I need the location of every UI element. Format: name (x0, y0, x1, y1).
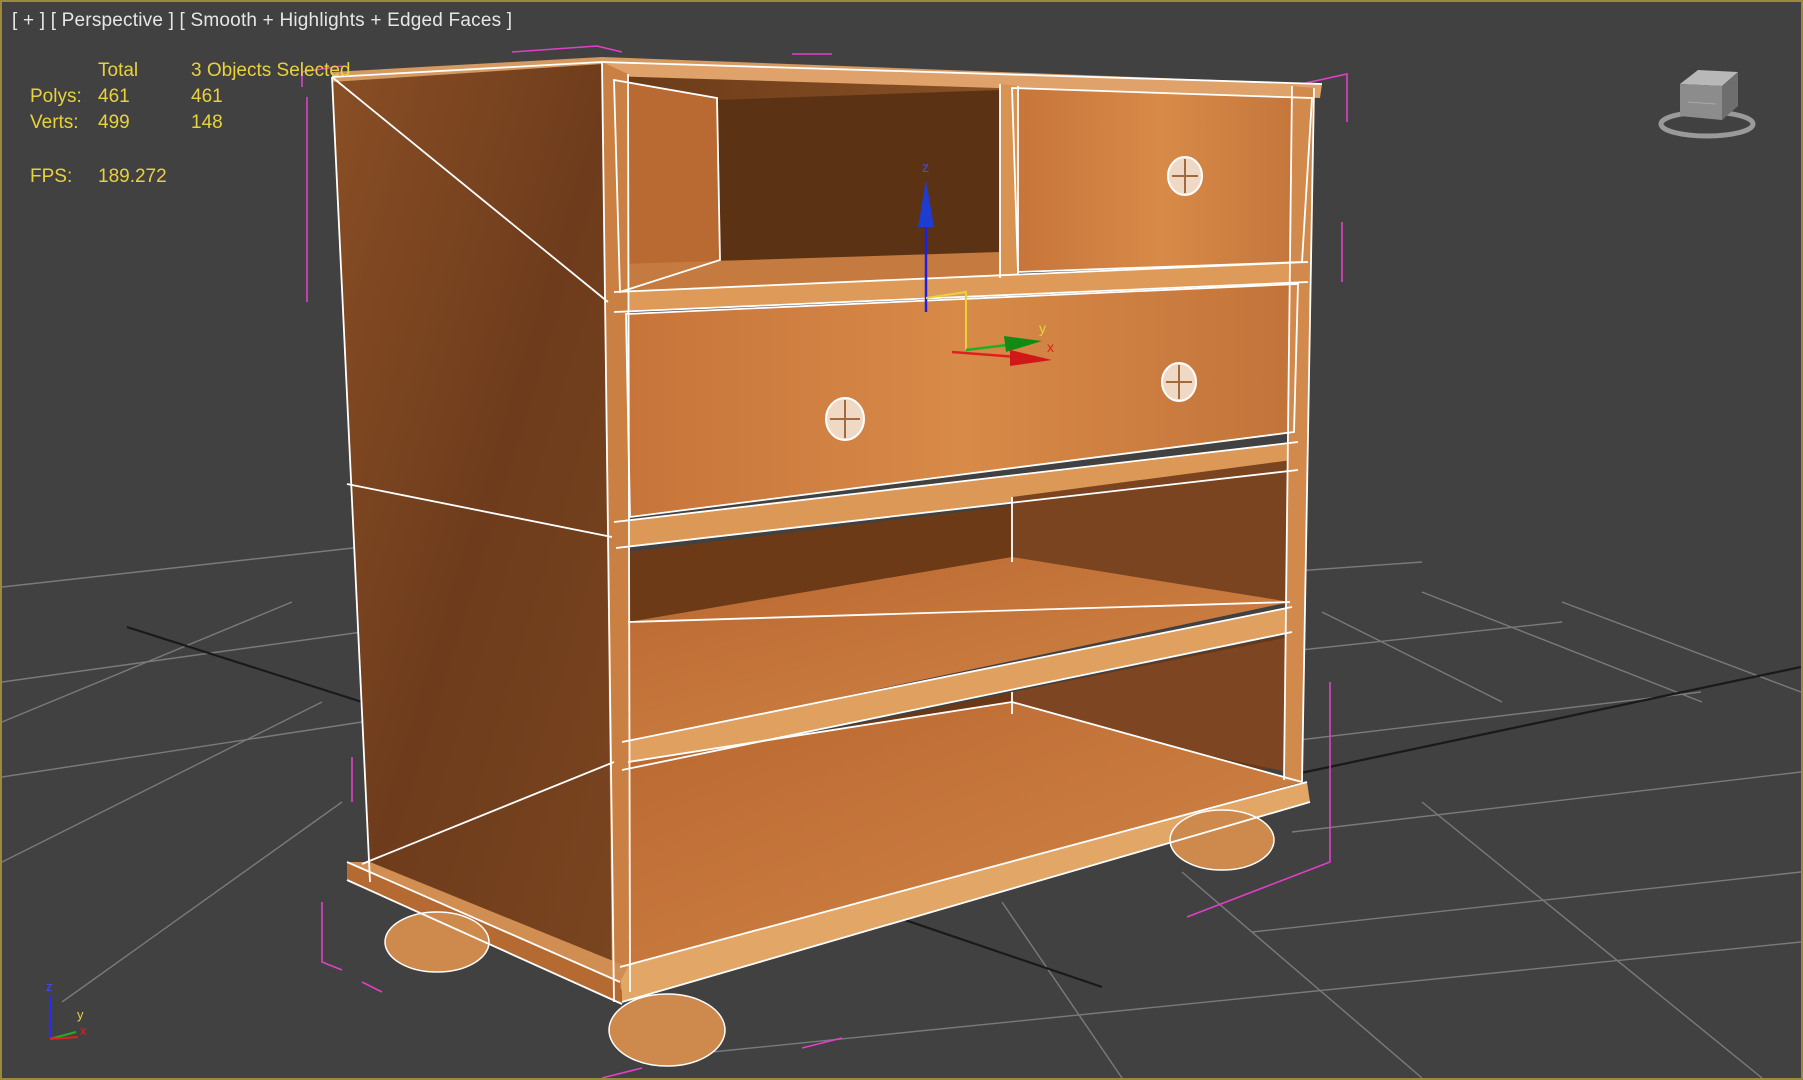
grid-line (1251, 871, 1801, 933)
grid-line (2, 546, 363, 588)
grid-line (2, 631, 363, 683)
grid-line (1321, 611, 1503, 703)
stats-total-header: Total (98, 60, 139, 81)
stats-polys-total: 461 (98, 86, 130, 107)
grid-line (1421, 801, 1763, 1078)
knob-large-drawer-left (825, 397, 865, 441)
knob-small-drawer (1167, 156, 1203, 196)
grid-line (1181, 871, 1423, 1078)
grid-axis-x (126, 625, 363, 704)
grid-line (61, 801, 343, 1003)
grid-line (2, 701, 323, 863)
stats-fps-label: FPS: (30, 166, 73, 187)
grid-line (711, 941, 1801, 1053)
foot-back-right (1169, 809, 1275, 871)
grid-line (2, 601, 293, 723)
gizmo-y-label: y (1039, 320, 1046, 336)
tripod-x-label: x (80, 1023, 87, 1038)
grid-line (1561, 601, 1801, 693)
axis-tripod-icon: z y x (46, 979, 87, 1040)
stats-selected-header: 3 Objects Selected (191, 60, 351, 81)
gizmo-z-label: z (922, 159, 929, 175)
grid-line (1281, 621, 1563, 653)
grid-axis-y (1281, 665, 1801, 779)
knob-large-drawer-right (1161, 362, 1197, 402)
stats-polys-label: Polys: (30, 86, 82, 107)
grid-line (2, 721, 363, 778)
tripod-y-label: y (77, 1007, 84, 1022)
grid-line (1291, 771, 1801, 833)
cabinet-left-side (332, 62, 620, 1002)
small-drawer-front (1012, 88, 1312, 272)
stats-fps-value: 189.272 (98, 166, 167, 187)
foot-front-right (608, 993, 726, 1067)
stats-polys-selected: 461 (191, 86, 223, 107)
viewcube-front-face (1680, 84, 1722, 120)
stats-verts-total: 499 (98, 112, 130, 133)
grid-line (1281, 691, 1702, 743)
viewcube-icon[interactable] (1658, 64, 1756, 144)
stats-verts-label: Verts: (30, 112, 79, 133)
stats-verts-selected: 148 (191, 112, 223, 133)
scene-canvas[interactable]: z y x (2, 2, 1801, 1078)
tripod-z-label: z (46, 979, 53, 994)
open-slot-left-wall (614, 80, 720, 292)
grid-line (1421, 591, 1703, 703)
gizmo-x-label: x (1047, 339, 1054, 355)
perspective-viewport[interactable]: z y x [ + ] [ Perspective ] [ Smooth + H… (0, 0, 1803, 1080)
grid-line (1001, 901, 1123, 1078)
viewport-label[interactable]: [ + ] [ Perspective ] [ Smooth + Highlig… (12, 10, 512, 32)
open-slot-right-wall (717, 90, 1000, 270)
